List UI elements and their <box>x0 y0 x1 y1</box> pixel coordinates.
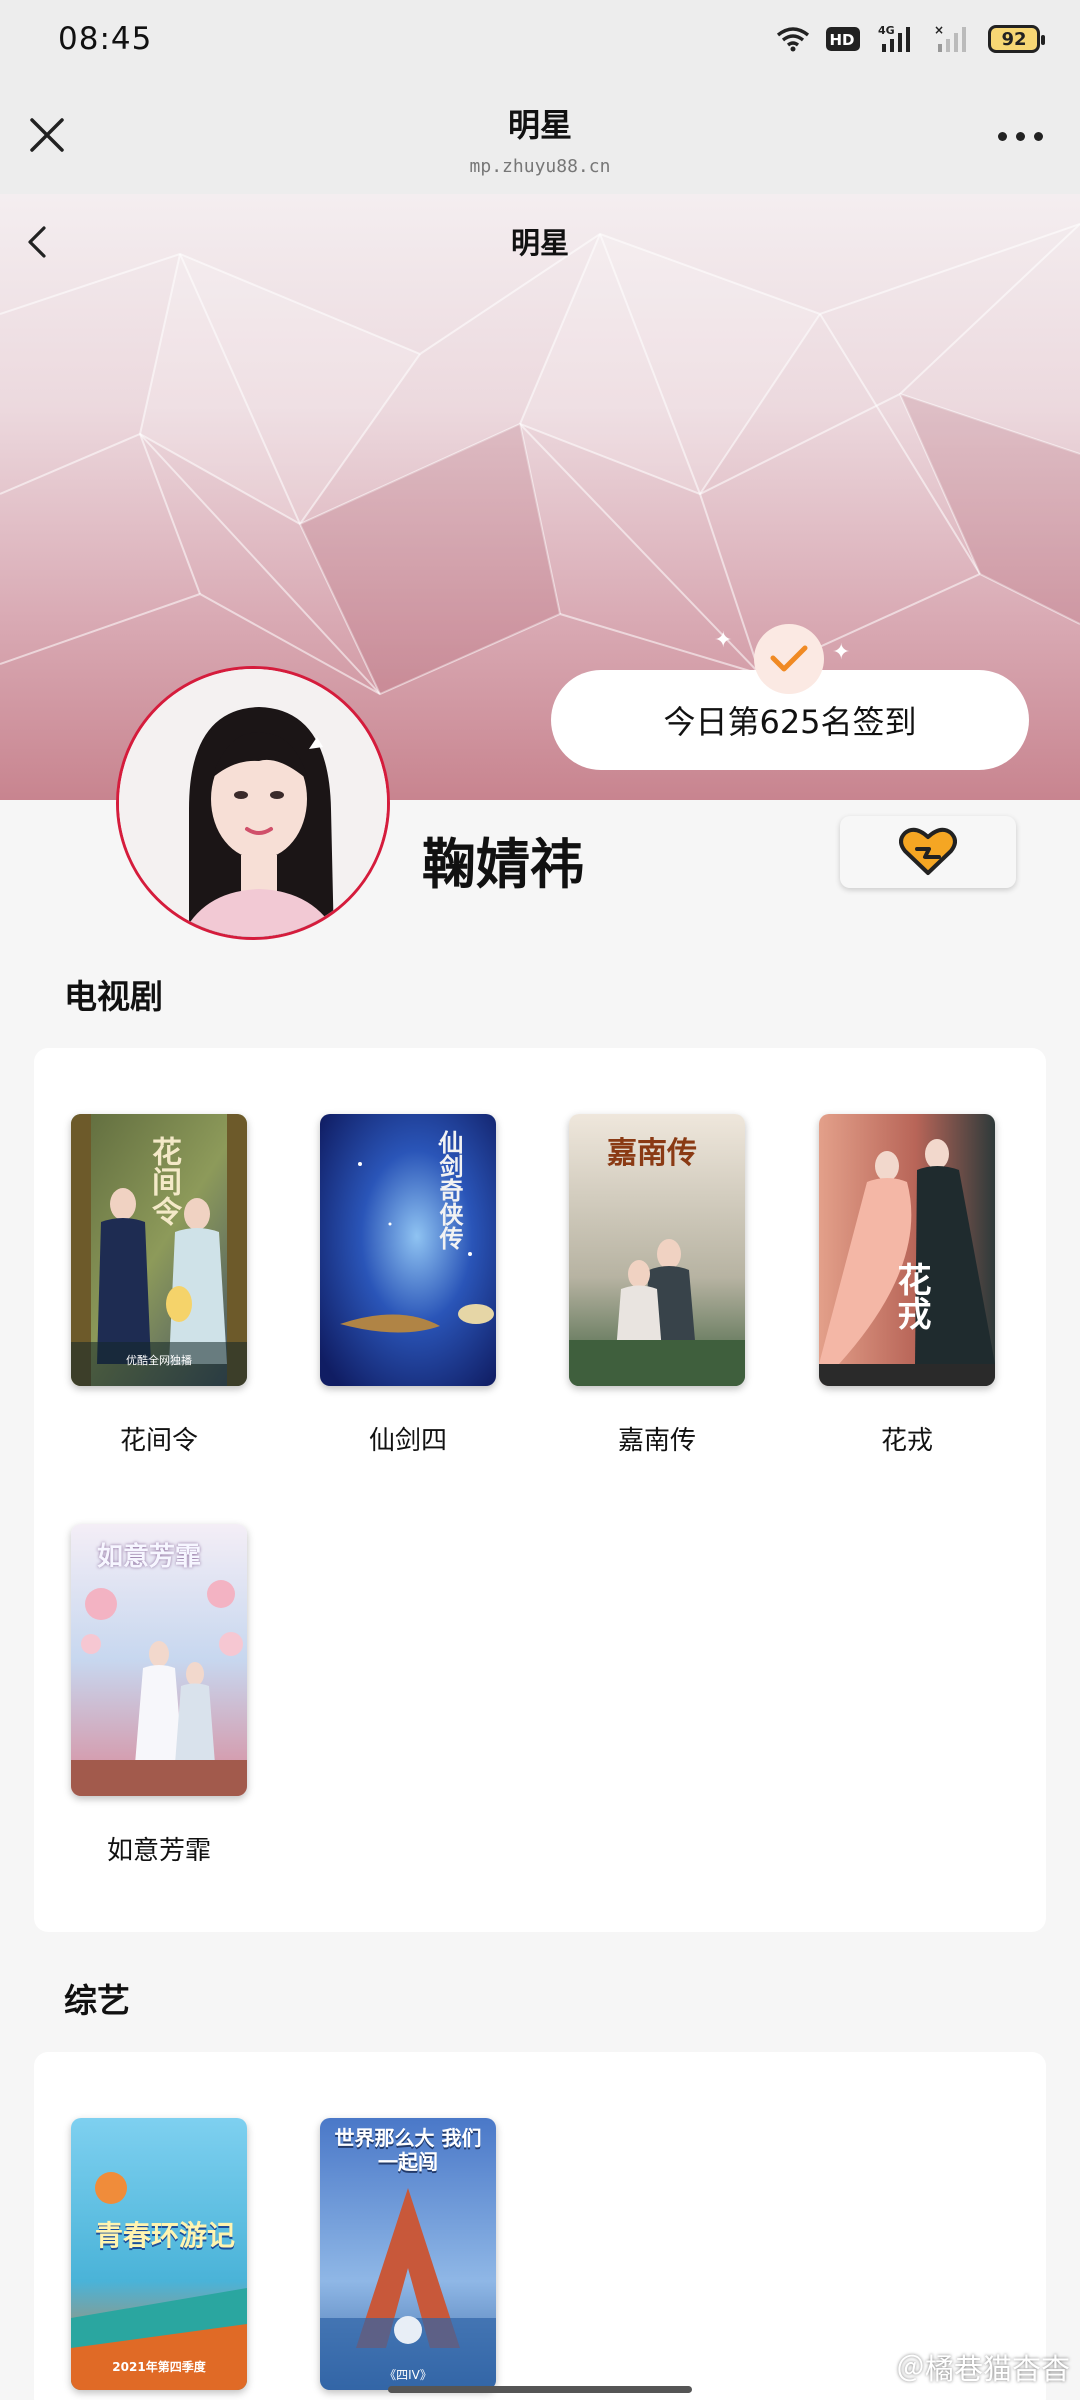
drama-poster[interactable]: 花间令 优酷全网独播 <box>71 1114 247 1386</box>
drama-label: 嘉南传 <box>617 1426 696 1456</box>
hd-label: HD <box>829 31 854 49</box>
variety-card: 青春环游记 2021年第四季度 世界那么大 我们一起闯 《四IV》 <box>34 2052 1046 2400</box>
poster-caption: 优酷全网独播 <box>126 1354 192 1367</box>
mini-program-url: mp.zhuyu88.cn <box>469 156 611 177</box>
variety-item-1[interactable]: 世界那么大 我们一起闯 《四IV》 <box>320 2118 496 2390</box>
poster-title: 世界那么大 我们一起闯 <box>334 2126 482 2174</box>
checkmark-icon <box>770 645 808 672</box>
poster-title: 花戎 <box>891 1262 931 1330</box>
home-indicator[interactable] <box>388 2386 692 2393</box>
poster-title: 嘉南传 <box>607 1136 697 1171</box>
drama-item-2[interactable]: 嘉南传 嘉南传 <box>569 1114 745 1457</box>
status-icons: HD 4G × 92 <box>776 24 1045 54</box>
mini-program-header: 明星 mp.zhuyu88.cn <box>0 78 1080 194</box>
signal-4g-icon: 4G <box>878 24 910 52</box>
poster-title: 仙剑奇侠传 <box>435 1130 464 1250</box>
signal-empty-icon: × <box>934 24 966 52</box>
follow-button[interactable] <box>840 816 1016 888</box>
hd-icon: HD <box>826 27 860 51</box>
avatar-portrait <box>119 669 387 937</box>
checkin-text: 今日第625名签到 <box>663 703 917 741</box>
sparkle-icon: ✦ <box>832 640 851 665</box>
poster-title: 如意芳霏 <box>97 1542 202 1572</box>
watermark: ＠橘巷猫杳杳 <box>895 2352 1070 2386</box>
status-bar: 08:45 HD 4G × 92 <box>0 0 1080 78</box>
drama-label: 如意芳霏 <box>106 1836 211 1866</box>
tv-card: 花间令 优酷全网独播 花间令 仙剑奇侠传 仙剑四 嘉南传 嘉南传 花戎 花戎 如… <box>34 1048 1046 1932</box>
section-title-variety: 综艺 <box>64 1981 130 2020</box>
drama-label: 仙剑四 <box>368 1426 447 1456</box>
wifi-icon <box>776 27 810 52</box>
drama-poster[interactable]: 仙剑奇侠传 <box>320 1114 496 1386</box>
drama-poster[interactable]: 如意芳霏 <box>71 1524 247 1796</box>
mini-program-title-block: 明星 mp.zhuyu88.cn <box>0 100 1080 177</box>
status-time: 08:45 <box>58 21 153 57</box>
sparkle-icon: ✦ <box>714 628 733 653</box>
poster-caption: 2021年第四季度 <box>112 2360 206 2374</box>
battery-level: 92 <box>1001 28 1027 50</box>
poster-caption: 《四IV》 <box>384 2368 432 2382</box>
poster-title: 花间令 <box>146 1136 181 1226</box>
drama-poster[interactable]: 嘉南传 <box>569 1114 745 1386</box>
section-title-tv: 电视剧 <box>64 977 163 1016</box>
drama-item-1[interactable]: 仙剑奇侠传 仙剑四 <box>320 1114 496 1457</box>
avatar <box>116 666 390 940</box>
drama-item-4[interactable]: 如意芳霏 如意芳霏 <box>71 1524 247 1867</box>
checkmark-badge <box>754 624 824 694</box>
variety-item-0[interactable]: 青春环游记 2021年第四季度 <box>71 2118 247 2390</box>
poster-title: 青春环游记 <box>95 2219 236 2252</box>
heart-icon <box>899 827 957 875</box>
drama-item-0[interactable]: 花间令 优酷全网独播 花间令 <box>71 1114 247 1457</box>
drama-poster[interactable]: 花戎 <box>819 1114 995 1386</box>
variety-poster[interactable]: 世界那么大 我们一起闯 《四IV》 <box>320 2118 496 2390</box>
star-name: 鞠婧祎 <box>422 833 584 896</box>
variety-poster[interactable]: 青春环游记 2021年第四季度 <box>71 2118 247 2390</box>
network-label: 4G <box>878 24 895 37</box>
mini-program-title: 明星 <box>507 106 572 144</box>
svg-text:×: × <box>934 24 944 37</box>
battery-icon: 92 <box>988 25 1045 53</box>
drama-label: 花戎 <box>880 1426 933 1456</box>
more-icon[interactable] <box>998 122 1046 150</box>
drama-item-3[interactable]: 花戎 花戎 <box>819 1114 995 1457</box>
drama-label: 花间令 <box>119 1426 198 1456</box>
page-title: 明星 <box>510 226 569 260</box>
